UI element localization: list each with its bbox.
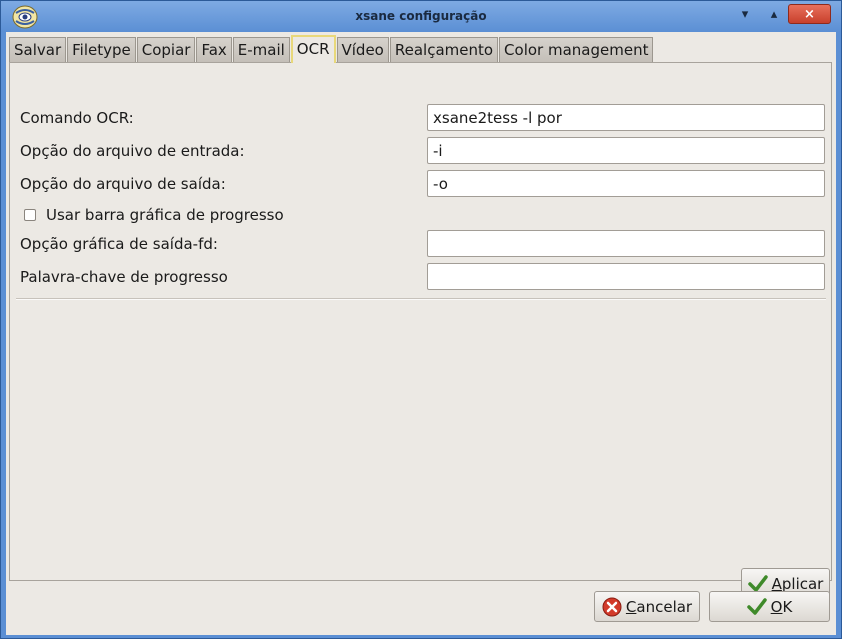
ok-button[interactable]: OK	[709, 591, 830, 622]
tab-copiar[interactable]: Copiar	[136, 37, 196, 63]
tab-bar: Salvar Filetype Copiar Fax E-mail OCR Ví…	[9, 35, 654, 63]
tab-salvar[interactable]: Salvar	[9, 37, 67, 63]
checkmark-icon	[747, 574, 768, 593]
tab-ocr[interactable]: OCR	[290, 35, 336, 63]
progress-bar-label: Usar barra gráfica de progresso	[46, 206, 284, 224]
checkmark-icon	[746, 597, 767, 616]
tab-video[interactable]: Vídeo	[336, 37, 389, 63]
cancel-icon	[602, 597, 622, 617]
tab-fax[interactable]: Fax	[196, 37, 232, 63]
minimize-icon: ▾	[741, 6, 749, 22]
ok-button-label: OK	[770, 597, 793, 616]
gui-fd-option-label: Opção gráfica de saída-fd:	[20, 235, 218, 253]
gui-fd-option-input[interactable]	[427, 230, 825, 257]
output-file-option-input[interactable]	[427, 170, 825, 197]
maximize-icon: ▴	[770, 6, 778, 22]
output-file-option-label: Opção do arquivo de saída:	[20, 175, 226, 193]
progress-keyword-input[interactable]	[427, 263, 825, 290]
tab-realcamento[interactable]: Realçamento	[389, 37, 499, 63]
cancel-button[interactable]: Cancelar	[594, 591, 700, 622]
input-file-option-input[interactable]	[427, 137, 825, 164]
ocr-panel: Comando OCR: Opção do arquivo de entrada…	[9, 62, 832, 599]
dialog-body: Salvar Filetype Copiar Fax E-mail OCR Ví…	[6, 32, 836, 635]
minimize-button[interactable]: ▾	[732, 4, 758, 24]
input-file-option-label: Opção do arquivo de entrada:	[20, 142, 245, 160]
window-title: xsane configuração	[355, 9, 487, 23]
tab-color-management[interactable]: Color management	[499, 37, 654, 63]
tab-email[interactable]: E-mail	[232, 37, 290, 63]
progress-bar-option[interactable]: Usar barra gráfica de progresso	[24, 206, 284, 224]
maximize-button[interactable]: ▴	[761, 4, 787, 24]
progress-bar-checkbox[interactable]	[24, 209, 36, 221]
dialog-window: xsane configuração ▾ ▴ × Salvar Filetype…	[0, 0, 842, 639]
apply-button-label: Aplicar	[771, 574, 824, 593]
ocr-command-label: Comando OCR:	[20, 109, 134, 127]
cancel-button-label: Cancelar	[625, 597, 693, 616]
tab-filetype[interactable]: Filetype	[67, 37, 136, 63]
ocr-command-input[interactable]	[427, 104, 825, 131]
close-icon: ×	[804, 6, 815, 22]
title-bar[interactable]: xsane configuração ▾ ▴ ×	[1, 1, 841, 32]
progress-keyword-label: Palavra-chave de progresso	[20, 268, 228, 286]
close-button[interactable]: ×	[788, 4, 831, 24]
separator	[16, 298, 826, 300]
